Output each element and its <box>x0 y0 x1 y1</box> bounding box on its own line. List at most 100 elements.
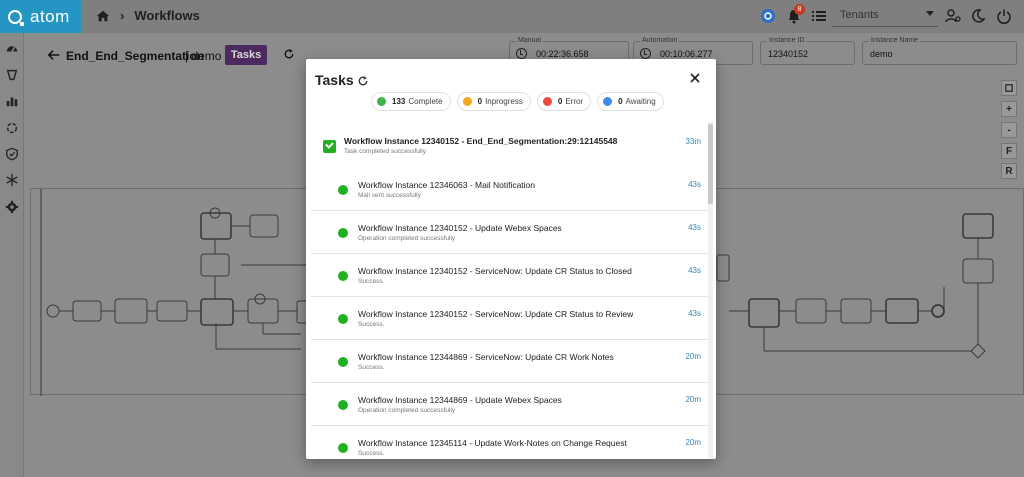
status-dot-icon <box>338 314 348 324</box>
task-time: 20m <box>685 438 701 447</box>
task-subtitle: Success. <box>358 364 385 371</box>
instance-id-label: Instance ID <box>767 37 807 44</box>
task-subtitle: Mail sent successfully <box>358 192 421 199</box>
task-row[interactable]: Workflow Instance 12340152 - Update Webe… <box>311 211 711 254</box>
task-subtitle: Operation completed successfully <box>358 235 456 242</box>
security-icon[interactable] <box>5 147 19 161</box>
sidebar <box>0 33 24 477</box>
task-subtitle: Success. <box>358 450 385 457</box>
task-time: 43s <box>688 309 701 318</box>
task-time: 33m <box>685 137 701 146</box>
chip-inprogress[interactable]: 0 Inprogress <box>456 92 531 111</box>
tenants-placeholder: Tenants <box>840 9 879 21</box>
task-row[interactable]: Workflow Instance 12340152 - End_End_Seg… <box>311 125 711 168</box>
automation-value: 00:10:06.277 <box>660 49 713 59</box>
instance-name-value: demo <box>870 49 893 59</box>
task-row[interactable]: Workflow Instance 12340152 - ServiceNow:… <box>311 297 711 340</box>
task-title: Workflow Instance 12346063 - Mail Notifi… <box>358 180 536 190</box>
map-icon <box>1005 84 1013 92</box>
task-subtitle: Success. <box>358 321 385 328</box>
task-subtitle: Success. <box>358 278 385 285</box>
task-row[interactable]: Workflow Instance 12345114 - Update Work… <box>311 426 711 459</box>
home-icon[interactable] <box>96 9 110 23</box>
manual-label: Manual <box>516 37 543 44</box>
task-time: 43s <box>688 223 701 232</box>
status-dot-icon <box>462 97 472 106</box>
task-title: Workflow Instance 12340152 - End_End_Seg… <box>344 136 618 146</box>
task-subtitle: Operation completed successfully <box>358 407 456 414</box>
task-row[interactable]: Workflow Instance 12344869 - Update Webe… <box>311 383 711 426</box>
top-bar: atom › Workflows 8 Tenants <box>0 0 1024 33</box>
workflow-tenant: | demo <box>185 49 222 63</box>
power-icon[interactable] <box>996 8 1012 24</box>
notification-badge: 8 <box>794 4 805 15</box>
sync-icon[interactable] <box>760 8 776 24</box>
workflow-title: End_End_Segmentation <box>66 49 205 63</box>
task-row[interactable]: Workflow Instance 12340152 - ServiceNow:… <box>311 254 711 297</box>
list-icon[interactable] <box>811 8 827 24</box>
clock-icon <box>640 48 651 59</box>
refresh-icon[interactable] <box>357 75 369 87</box>
app-logo[interactable]: atom <box>0 0 82 33</box>
status-dot-icon <box>603 97 613 106</box>
zoom-out-button[interactable]: - <box>1001 122 1017 138</box>
instance-id-value: 12340152 <box>768 49 809 59</box>
tenants-select[interactable]: Tenants <box>832 5 938 27</box>
atom-logo-icon <box>8 9 24 26</box>
tasks-button[interactable]: Tasks <box>225 45 267 65</box>
chip-count: 133 <box>392 97 406 106</box>
back-arrow-icon[interactable] <box>47 48 61 62</box>
status-dot-icon <box>338 271 348 281</box>
chip-label: Complete <box>408 97 443 106</box>
chip-label: Awaiting <box>625 97 656 106</box>
breadcrumb: › Workflows <box>96 8 200 23</box>
task-row[interactable]: Workflow Instance 12346063 - Mail Notifi… <box>311 168 711 211</box>
task-row[interactable]: Workflow Instance 12344869 - ServiceNow:… <box>311 340 711 383</box>
scrollbar[interactable] <box>708 122 713 459</box>
chip-count: 0 <box>618 97 623 106</box>
dashboard-icon[interactable] <box>5 41 19 55</box>
chip-count: 0 <box>477 97 483 106</box>
zoom-in-button[interactable]: + <box>1001 101 1017 117</box>
scrollbar-thumb[interactable] <box>708 124 713 204</box>
instance-id-field: Instance ID 12340152 <box>760 37 855 65</box>
workflow-icon[interactable] <box>5 121 19 135</box>
map-toggle-button[interactable] <box>1001 80 1017 96</box>
status-dot-icon <box>377 97 386 106</box>
task-time: 43s <box>688 266 701 275</box>
task-list[interactable]: Workflow Instance 12340152 - End_End_Seg… <box>311 125 711 459</box>
chip-count: 0 <box>557 97 563 106</box>
snowflake-icon[interactable] <box>5 173 19 187</box>
reset-button[interactable]: R <box>1001 163 1017 179</box>
gear-icon[interactable] <box>5 200 19 214</box>
task-title: Workflow Instance 12344869 - ServiceNow:… <box>358 352 614 362</box>
user-settings-icon[interactable] <box>945 8 961 24</box>
instance-name-field: Instance Name demo <box>862 37 1017 65</box>
instance-name-label: Instance Name <box>869 37 921 44</box>
analytics-icon[interactable] <box>5 94 19 108</box>
task-title: Workflow Instance 12344869 - Update Webe… <box>358 395 562 405</box>
close-icon[interactable] <box>689 72 701 84</box>
task-title: Workflow Instance 12340152 - ServiceNow:… <box>358 266 632 276</box>
task-title: Workflow Instance 12340152 - Update Webe… <box>358 223 562 233</box>
breadcrumb-workflows[interactable]: Workflows <box>134 8 200 23</box>
chip-complete[interactable]: 133 Complete <box>371 92 451 111</box>
task-time: 43s <box>688 180 701 189</box>
manual-value: 00:22:36.658 <box>536 49 589 59</box>
fit-button[interactable]: F <box>1001 143 1017 159</box>
refresh-icon[interactable] <box>283 48 295 60</box>
checkbox-checked-icon <box>323 140 336 153</box>
task-time: 20m <box>685 395 701 404</box>
task-subtitle: Task completed successfully <box>344 148 427 155</box>
chip-error[interactable]: 0 Error <box>536 92 592 111</box>
resources-icon[interactable] <box>5 68 19 82</box>
dark-mode-icon[interactable] <box>970 8 986 24</box>
caret-down-icon <box>926 11 934 16</box>
task-title: Workflow Instance 12345114 - Update Work… <box>358 438 627 448</box>
chip-label: Inprogress <box>485 97 523 106</box>
status-dot-icon <box>542 97 552 106</box>
chip-awaiting[interactable]: 0 Awaiting <box>597 92 664 111</box>
tasks-modal: Tasks 133 Complete 0 Inprogress 0 Error … <box>306 59 716 459</box>
task-title: Workflow Instance 12340152 - ServiceNow:… <box>358 309 634 319</box>
status-dot-icon <box>338 185 348 195</box>
